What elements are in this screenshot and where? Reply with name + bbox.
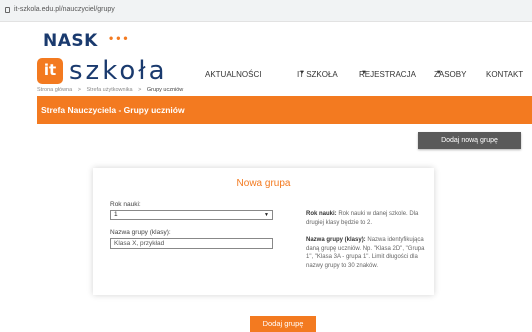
chevron-down-icon: ▼ (264, 212, 269, 218)
page-title: Strefa Nauczyciela - Grupy uczniów (41, 105, 185, 115)
breadcrumb-current: Grupy uczniów (146, 87, 184, 93)
group-name-input[interactable] (110, 238, 273, 249)
main-nav: AKTUALNOŚCI IT SZKOŁA ▼ REJESTRACJA ▼ ZASO… (205, 70, 524, 79)
chevron-down-icon: ▼ (436, 70, 442, 76)
year-help-text: Rok nauki: Rok nauki w danej szkole. Dla… (306, 210, 428, 227)
it-szkola-logo[interactable]: it szkoła (37, 58, 168, 84)
breadcrumb: Strona główna > Strefa użytkownika > Gru… (37, 87, 183, 93)
breadcrumb-home[interactable]: Strona główna (37, 87, 72, 93)
add-new-group-button[interactable]: Dodaj nową grupę (418, 132, 521, 149)
breadcrumb-user-area[interactable]: Strefa użytkownika (86, 87, 132, 93)
new-group-form: Nowa grupa Rok nauki: 1 ▼ Nazwa grupy (k… (93, 168, 434, 295)
lock-icon (5, 7, 10, 13)
year-label: Rok nauki: (110, 201, 141, 208)
breadcrumb-separator: > (77, 87, 81, 93)
year-help-title: Rok nauki: (306, 211, 337, 217)
year-select[interactable]: 1 ▼ (110, 210, 273, 220)
chevron-down-icon: ▼ (361, 70, 367, 76)
add-group-submit-button[interactable]: Dodaj grupę (250, 316, 316, 332)
group-name-help-text: Nazwa grupy (klasy): Nazwa identyfikując… (306, 236, 428, 270)
address-url[interactable]: it-szkola.edu.pl/nauczyciel/grupy (14, 6, 115, 13)
browser-address-bar[interactable]: it-szkola.edu.pl/nauczyciel/grupy (0, 0, 532, 22)
page-banner: Strefa Nauczyciela - Grupy uczniów (37, 96, 532, 124)
szkola-logo-word: szkoła (69, 56, 168, 86)
group-name-label: Nazwa grupy (klasy): (110, 229, 171, 236)
group-name-help-title: Nazwa grupy (klasy): (306, 237, 366, 243)
form-title: Nowa grupa (236, 178, 291, 189)
year-select-value: 1 (114, 211, 118, 218)
breadcrumb-separator: > (138, 87, 142, 93)
nask-logo-dots: ••• (109, 31, 131, 45)
it-logo-box: it (37, 58, 63, 84)
nask-logo[interactable]: NASK (43, 31, 98, 51)
chevron-down-icon: ▼ (299, 70, 305, 76)
